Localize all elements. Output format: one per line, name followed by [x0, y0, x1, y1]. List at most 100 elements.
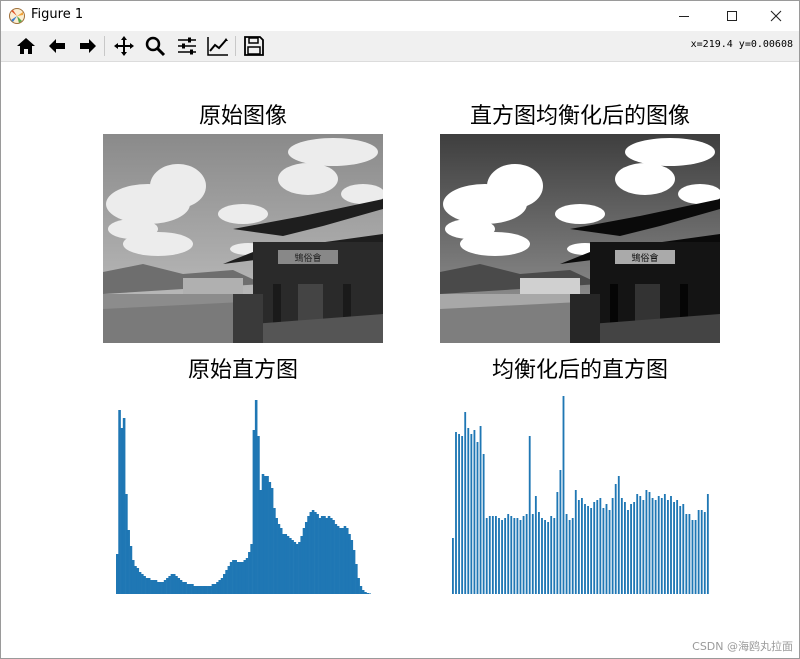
- histogram-bar: [345, 528, 349, 594]
- svg-text:䲼俗會: 䲼俗會: [294, 252, 321, 264]
- histogram-bar: [660, 498, 663, 594]
- histogram-bar: [314, 512, 317, 594]
- histogram-bar: [188, 584, 192, 594]
- zoom-button[interactable]: [142, 34, 168, 58]
- histogram-bar: [676, 500, 679, 594]
- histogram-bar: [304, 522, 308, 594]
- figure-canvas[interactable]: 原始图像 直方图均衡化后的图像 䲼俗會 䲼俗會 原始直方图 均衡化后的直方图 C…: [1, 62, 799, 658]
- toolbar-separator: [104, 36, 105, 56]
- original-image: 䲼俗會: [103, 134, 383, 343]
- histogram-bar: [593, 502, 596, 594]
- histogram-bar: [491, 516, 494, 594]
- original-histogram-svg: [116, 400, 372, 594]
- histogram-bar: [182, 582, 185, 594]
- cursor-coordinates: x=219.4 y=0.00608: [690, 39, 793, 50]
- histogram-bar: [193, 586, 196, 594]
- histogram-bar: [159, 582, 162, 594]
- histogram-bar: [279, 528, 283, 594]
- histogram-bar: [611, 498, 614, 594]
- histogram-bar: [207, 586, 210, 594]
- histogram-bar: [195, 586, 199, 594]
- histogram-bar: [330, 518, 333, 594]
- histogram-bar: [229, 562, 233, 594]
- histogram-bar: [259, 490, 263, 594]
- histogram-bar: [254, 400, 258, 594]
- maximize-button[interactable]: [709, 1, 755, 31]
- histogram-bar: [599, 498, 602, 594]
- histogram-bar: [688, 514, 691, 594]
- histogram-bar: [232, 560, 235, 594]
- forward-button[interactable]: [75, 34, 101, 58]
- histogram-bar: [559, 470, 562, 594]
- histogram-bar: [243, 560, 247, 594]
- edit-axes-button[interactable]: [205, 34, 231, 58]
- histogram-bar: [455, 432, 457, 594]
- histogram-bar: [562, 396, 565, 594]
- histogram-bar: [636, 494, 639, 594]
- histogram-bar: [156, 582, 160, 594]
- histogram-bar: [581, 498, 583, 594]
- histogram-bar: [163, 580, 167, 594]
- histogram-bar: [364, 592, 367, 594]
- histogram-bar: [359, 586, 363, 594]
- save-icon: [244, 36, 264, 56]
- histogram-bar: [241, 562, 244, 594]
- histogram-bar: [154, 580, 158, 594]
- configure-subplots-button[interactable]: [174, 34, 200, 58]
- histogram-bar: [473, 430, 476, 594]
- histogram-bar: [227, 566, 231, 594]
- histogram-bar: [682, 504, 685, 594]
- close-button[interactable]: [753, 1, 799, 31]
- histogram-bar: [286, 536, 290, 594]
- histogram-bar: [694, 520, 697, 594]
- histogram-bar: [275, 518, 278, 594]
- histogram-bar: [220, 578, 224, 594]
- home-button[interactable]: [13, 34, 39, 58]
- histogram-bar: [361, 590, 365, 594]
- histogram-bar: [522, 516, 525, 594]
- histogram-bar: [170, 574, 174, 594]
- original-image-title: 原始图像: [198, 104, 287, 129]
- histogram-bar: [633, 502, 636, 594]
- histogram-bar: [352, 550, 356, 594]
- window-title: Figure 1: [31, 7, 84, 22]
- histogram-bar: [590, 508, 593, 594]
- histogram-bar: [211, 584, 215, 594]
- histogram-bar: [120, 428, 124, 594]
- histogram-bar: [482, 454, 485, 594]
- histogram-bar: [307, 516, 310, 594]
- equalized-image: 䲼俗會: [440, 134, 720, 343]
- back-button[interactable]: [44, 34, 70, 58]
- histogram-bar: [327, 516, 331, 594]
- histogram-bar: [534, 496, 537, 594]
- histogram-bar: [670, 496, 672, 594]
- histogram-bar: [118, 410, 121, 594]
- histogram-bar: [654, 500, 657, 594]
- histogram-bar: [528, 436, 531, 594]
- pan-button[interactable]: [111, 34, 137, 58]
- histogram-bar: [639, 496, 642, 594]
- svg-text:䲼俗會: 䲼俗會: [631, 252, 658, 264]
- histogram-bar: [250, 544, 253, 594]
- histogram-bar: [334, 524, 338, 594]
- histogram-bar: [213, 584, 217, 594]
- histogram-bar: [531, 514, 534, 594]
- histogram-bar: [550, 516, 553, 594]
- histogram-bar: [152, 580, 156, 594]
- histogram-bar: [323, 516, 326, 594]
- histogram-bar: [642, 500, 645, 594]
- histogram-bar: [584, 504, 586, 594]
- histogram-bar: [458, 434, 460, 594]
- histogram-bar: [538, 512, 540, 594]
- minimize-button[interactable]: [661, 1, 707, 31]
- histogram-bar: [452, 538, 454, 594]
- histogram-bar: [547, 522, 550, 594]
- title-bar[interactable]: Figure 1: [1, 1, 799, 31]
- histogram-bar: [311, 510, 315, 594]
- histogram-bar: [648, 492, 651, 594]
- histogram-bar: [127, 530, 130, 594]
- histogram-bar: [320, 516, 324, 594]
- save-button[interactable]: [241, 34, 267, 58]
- histogram-bar: [141, 574, 144, 594]
- home-icon: [17, 38, 35, 54]
